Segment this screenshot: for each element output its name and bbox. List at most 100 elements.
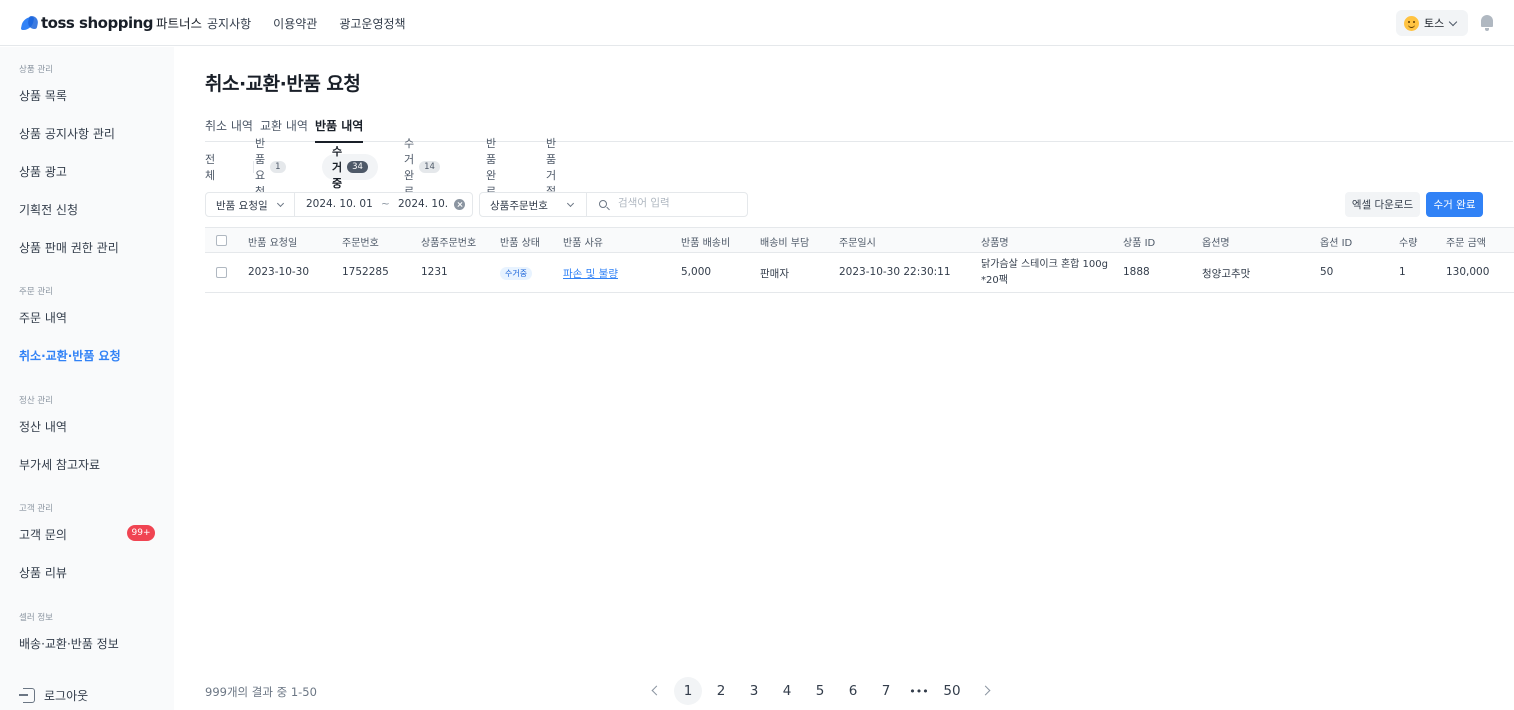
search-input[interactable] [618, 197, 738, 209]
sidebar-item-sales-permission[interactable]: 상품 판매 권한 관리 [19, 239, 119, 256]
sidebar-item-product-ad[interactable]: 상품 광고 [19, 163, 67, 180]
toss-logo-icon [22, 15, 38, 31]
main-content: 취소·교환·반품 요청 취소 내역 교환 내역 반품 내역 전체 반품 요청1 … [174, 47, 1514, 710]
page-7[interactable]: 7 [872, 677, 900, 705]
chip-pickup-complete[interactable]: 수거 완료 14 [404, 137, 440, 198]
chip-return-requested[interactable]: 반품 요청 1 [255, 137, 286, 198]
sidebar-item-vat-reference[interactable]: 부가세 참고자료 [19, 456, 100, 473]
chevron-right-icon[interactable] [980, 685, 991, 696]
chip-label: 수거중 [332, 145, 343, 190]
select-all-checkbox[interactable] [216, 235, 227, 246]
nav-ad-policy[interactable]: 광고운영정책 [339, 15, 405, 32]
logo[interactable]: toss shopping 파트너스 [22, 13, 202, 32]
returns-table: 반품 요청일 주문번호 상품주문번호 반품 상태 반품 사유 반품 배송비 배송… [205, 227, 1514, 293]
chevron-left-icon[interactable] [651, 685, 662, 696]
sidebar-item-product-notice[interactable]: 상품 공지사항 관리 [19, 125, 115, 142]
column-header[interactable]: 수량 [1399, 234, 1417, 249]
column-header[interactable]: 상품 ID [1123, 234, 1155, 249]
nav-notice[interactable]: 공지사항 [207, 15, 251, 32]
sidebar-item-order-history[interactable]: 주문 내역 [19, 309, 67, 326]
logout-button[interactable]: 로그아웃 [19, 687, 88, 704]
chip-label: 반품 거절 [546, 137, 557, 198]
user-menu-button[interactable]: 토스 [1396, 10, 1468, 36]
tab-bar: 취소 내역 교환 내역 반품 내역 [205, 117, 1513, 143]
chip-return-complete[interactable]: 반품 완료 [486, 137, 496, 198]
sidebar-group-product: 상품 관리 [19, 65, 53, 75]
column-header[interactable]: 주문번호 [342, 234, 379, 249]
page-4[interactable]: 4 [773, 677, 801, 705]
sidebar-item-settlement-history[interactable]: 정산 내역 [19, 418, 67, 435]
pickup-complete-button[interactable]: 수거 완료 [1426, 192, 1483, 217]
date-type-select[interactable]: 반품 요청일 [216, 198, 268, 213]
column-header[interactable]: 반품 요청일 [248, 234, 297, 249]
page-title: 취소·교환·반품 요청 [205, 73, 361, 95]
page-3[interactable]: 3 [740, 677, 768, 705]
chip-divider [253, 161, 254, 173]
sidebar-item-shipping-info[interactable]: 배송·교환·반품 정보 [19, 635, 119, 652]
cell-product-order-number: 1231 [421, 266, 448, 278]
filter-divider [294, 193, 295, 216]
chip-count: 1 [270, 161, 286, 173]
search-filter: 상품주문번호 [479, 192, 748, 217]
user-name: 토스 [1424, 17, 1445, 30]
sidebar: 상품 관리 상품 목록 상품 공지사항 관리 상품 광고 기획전 신청 상품 판… [0, 47, 174, 710]
column-header[interactable]: 반품 상태 [500, 234, 540, 249]
column-header[interactable]: 반품 사유 [563, 234, 603, 249]
column-header[interactable]: 옵션명 [1202, 234, 1230, 249]
result-count: 999개의 결과 중 1-50 [205, 685, 317, 699]
page-2[interactable]: 2 [707, 677, 735, 705]
chip-all[interactable]: 전체 [205, 153, 215, 182]
page-50[interactable]: 50 [938, 677, 966, 705]
cell-option-id: 50 [1320, 266, 1334, 278]
logo-subtitle: 파트너스 [156, 16, 203, 31]
excel-download-button[interactable]: 엑셀 다운로드 [1345, 192, 1420, 217]
column-header[interactable]: 주문 금액 [1446, 234, 1486, 249]
search-type-select[interactable]: 상품주문번호 [490, 198, 548, 213]
tab-return-history[interactable]: 반품 내역 [315, 117, 364, 143]
page-6[interactable]: 6 [839, 677, 867, 705]
sidebar-item-cancel-exchange-return[interactable]: 취소·교환·반품 요청 [19, 347, 121, 364]
column-header[interactable]: 옵션 ID [1320, 234, 1352, 249]
chip-picking-up[interactable]: 수거중 34 [322, 145, 378, 190]
column-header[interactable]: 배송비 부담 [760, 234, 809, 249]
cell-order-number: 1752285 [342, 266, 389, 278]
page-1[interactable]: 1 [674, 677, 702, 705]
status-badge: 수거중 [500, 267, 533, 280]
top-nav: 공지사항 이용약관 광고운영정책 [207, 15, 406, 32]
chip-label: 반품 요청 [255, 137, 266, 198]
sidebar-group-customer: 고객 관리 [19, 504, 53, 514]
cell-product-name: 닭가슴살 스테이크 혼합 100g *20팩 [981, 257, 1108, 289]
sidebar-item-customer-inquiry[interactable]: 고객 문의 [19, 526, 67, 543]
cell-return-status: 수거중 [500, 267, 533, 280]
nav-terms[interactable]: 이용약관 [273, 15, 317, 32]
column-header[interactable]: 상품주문번호 [421, 234, 476, 249]
column-header[interactable]: 반품 배송비 [681, 234, 730, 249]
chip-label: 반품 완료 [486, 137, 497, 198]
cell-return-request-date: 2023-10-30 [248, 266, 310, 278]
table-row[interactable]: 2023-10-30 1752285 1231 수거중 파손 및 불량 5,00… [205, 253, 1514, 293]
chip-count: 34 [347, 161, 368, 173]
date-from-input[interactable]: 2024. 10. 01 [306, 198, 373, 210]
clear-icon[interactable] [454, 199, 465, 210]
cell-return-shipping-fee: 5,000 [681, 266, 712, 278]
bell-icon[interactable] [1480, 15, 1494, 31]
column-header[interactable]: 주문일시 [839, 234, 876, 249]
sidebar-item-exhibition[interactable]: 기획전 신청 [19, 201, 78, 218]
sidebar-item-product-list[interactable]: 상품 목록 [19, 87, 67, 104]
row-checkbox[interactable] [216, 267, 227, 278]
page-ellipsis: ••• [909, 684, 929, 698]
chevron-down-icon [1449, 17, 1458, 26]
date-to-input[interactable]: 2024. 10. [398, 198, 448, 210]
tab-exchange-history[interactable]: 교환 내역 [260, 117, 308, 141]
tab-cancel-history[interactable]: 취소 내역 [205, 117, 253, 141]
column-header[interactable]: 상품명 [981, 234, 1009, 249]
chip-return-rejected[interactable]: 반품 거절 [546, 137, 556, 198]
page-5[interactable]: 5 [806, 677, 834, 705]
date-separator: ~ [381, 198, 390, 210]
sidebar-item-product-review[interactable]: 상품 리뷰 [19, 564, 67, 581]
cell-order-amount: 130,000 [1446, 266, 1490, 278]
chevron-down-icon [276, 199, 285, 208]
search-icon [599, 200, 607, 208]
cell-shipping-payer: 판매자 [760, 268, 789, 280]
return-reason-link[interactable]: 파손 및 불량 [563, 266, 618, 281]
